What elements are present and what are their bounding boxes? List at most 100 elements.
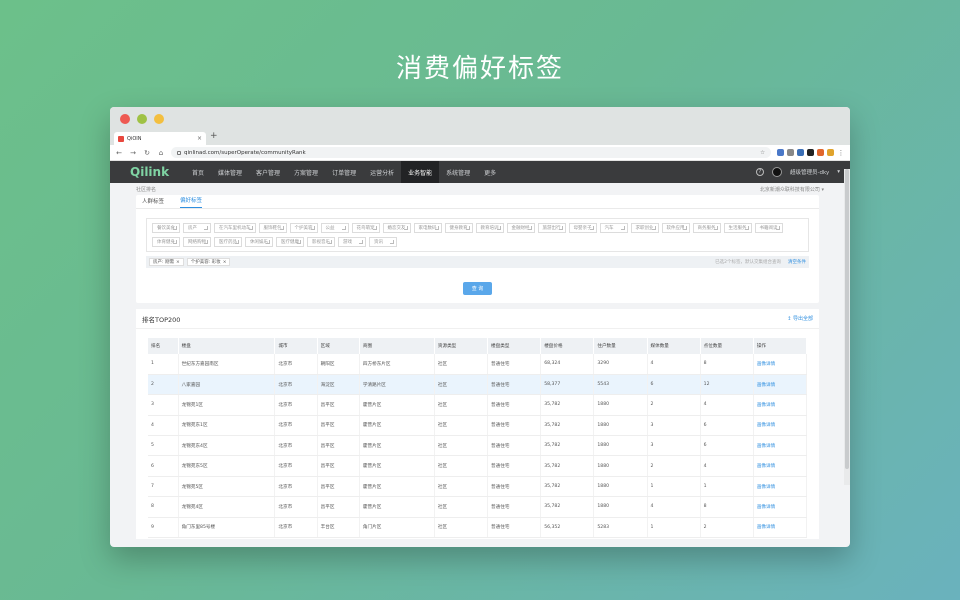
new-tab-button[interactable]: + (210, 131, 218, 141)
table-cell: 八家嘉园 (178, 374, 276, 396)
nav-item[interactable]: 客户管理 (249, 161, 287, 183)
nav-item[interactable]: 运营分析 (363, 161, 401, 183)
profile-detail-link[interactable]: 画像详情 (753, 374, 808, 396)
profile-detail-link[interactable]: 画像详情 (753, 354, 808, 375)
table-cell: 昌平区 (317, 455, 360, 477)
tag-chip[interactable]: 餐饮美食 (152, 223, 180, 233)
menu-dots-icon[interactable]: ⋮ (837, 149, 845, 157)
scrollbar-thumb[interactable] (845, 169, 849, 469)
tag-chip[interactable]: 休闲娱乐 (245, 237, 273, 247)
table-row[interactable]: 2 八家嘉园 北京市 海淀区 学清路片区 社区 普通住宅 58,377 5543 6 12 画像详情 (148, 374, 808, 396)
maximize-window-button[interactable] (154, 114, 164, 124)
tag-chip[interactable]: 生活服务 (723, 223, 752, 233)
table-cell: 社区 (434, 496, 489, 518)
browser-tab[interactable]: QiOIN × (114, 132, 206, 145)
avatar[interactable] (772, 167, 782, 177)
tag-chip[interactable]: 资讯 (369, 237, 397, 247)
table-cell: 普通住宅 (487, 394, 542, 416)
export-all-link[interactable]: ↥ 导出全部 (787, 315, 813, 322)
tag-chip[interactable]: 书籍阅读 (754, 223, 783, 233)
tag-chip[interactable]: 旅游出行 (537, 223, 566, 233)
tag-chip[interactable]: 游戏 (338, 237, 366, 247)
extension-icon[interactable] (797, 149, 804, 156)
chevron-down-icon[interactable]: ▾ (837, 169, 840, 175)
back-icon[interactable]: ← (115, 149, 123, 157)
profile-detail-link[interactable]: 画像详情 (753, 435, 808, 457)
tag-chip[interactable]: 家电数码 (413, 223, 442, 233)
tag-chip[interactable]: 软件应用 (661, 223, 690, 233)
tag-chip[interactable]: 商务服务 (692, 223, 721, 233)
tag-chip[interactable]: 房产 (183, 223, 211, 233)
url-input[interactable]: qinlinad.com/superOperate/communityRank … (171, 147, 771, 158)
nav-item[interactable]: 首页 (185, 161, 211, 183)
table-row[interactable]: 1 世纪东方嘉园南区 北京市 朝阳区 四方桥东片区 社区 普通住宅 68,324 3290 4 8 画… (148, 354, 808, 375)
table-row[interactable]: 7 龙锦苑5区 北京市 昌平区 霍营片区 社区 普通住宅 35,782 1880 1 1 画像详情 (148, 476, 808, 498)
remove-tag-icon[interactable]: × (176, 260, 180, 265)
profile-detail-link[interactable]: 画像详情 (753, 415, 808, 437)
remove-tag-icon[interactable]: × (223, 260, 227, 265)
tag-chip[interactable]: 金融财经 (506, 223, 535, 233)
table-row[interactable]: 8 龙锦苑4区 北京市 昌平区 霍营片区 社区 普通住宅 35,782 1880 4 8 画像详情 (148, 496, 808, 518)
table-row[interactable]: 6 龙锦苑东5区 北京市 昌平区 霍营片区 社区 普通住宅 35,782 1880 2 4 画像详情 (148, 455, 808, 477)
filter-tab[interactable]: 人群标签 (142, 197, 164, 208)
company-selector[interactable]: 北京新潮众联科技有限公司 ▾ (760, 186, 824, 193)
tag-chip[interactable]: 影视音乐 (307, 237, 335, 247)
tag-chip[interactable]: 医疗药品 (214, 237, 242, 247)
profile-detail-link[interactable]: 画像详情 (753, 476, 808, 498)
nav-item[interactable]: 方案管理 (287, 161, 325, 183)
tag-chip[interactable]: 教育培训 (475, 223, 504, 233)
home-icon[interactable]: ⌂ (157, 149, 165, 157)
forward-icon[interactable]: → (129, 149, 137, 157)
table-cell: 丰台区 (317, 517, 360, 539)
tag-chip[interactable]: 公益 (320, 223, 349, 233)
extension-icon[interactable] (817, 149, 824, 156)
tag-chip[interactable]: 服饰鞋包 (258, 223, 287, 233)
profile-detail-link[interactable]: 画像详情 (753, 496, 808, 518)
nav-item[interactable]: 更多 (477, 161, 503, 183)
table-row[interactable]: 4 龙锦苑东1区 北京市 昌平区 霍营片区 社区 普通住宅 35,782 1880 3 6 画像详情 (148, 415, 808, 437)
nav-item[interactable]: 系统管理 (439, 161, 477, 183)
minimize-window-button[interactable] (137, 114, 147, 124)
tag-chip[interactable]: 网络购物 (183, 237, 211, 247)
nav-item[interactable]: 业务智能 (401, 161, 440, 183)
tag-chip[interactable]: 求职创业 (630, 223, 659, 233)
help-icon[interactable]: ? (756, 168, 764, 176)
profile-detail-link[interactable]: 画像详情 (753, 394, 808, 416)
tag-chip[interactable]: 医疗健康 (276, 237, 304, 247)
profile-detail-link[interactable]: 画像详情 (753, 455, 808, 477)
table-cell: 四方桥东片区 (359, 354, 435, 375)
profile-detail-link[interactable]: 画像详情 (753, 517, 808, 539)
app-logo[interactable]: Qilink (130, 165, 185, 179)
table-cell: 普通住宅 (487, 415, 542, 437)
user-name[interactable]: 超级管理员-dky (790, 168, 829, 176)
tag-chip[interactable]: 花鸟萌宠 (351, 223, 380, 233)
table-row[interactable]: 5 龙锦苑东4区 北京市 昌平区 霍营片区 社区 普通住宅 35,782 1880 3 6 画像详情 (148, 435, 808, 457)
table-row[interactable]: 3 龙锦苑1区 北京市 昌平区 霍营片区 社区 普通住宅 35,782 1880 2 4 画像详情 (148, 394, 808, 416)
extension-icon[interactable] (777, 149, 784, 156)
table-cell: 3290 (593, 354, 648, 375)
tag-chip[interactable]: 健身教育 (444, 223, 473, 233)
nav-item[interactable]: 媒体管理 (211, 161, 249, 183)
extension-icon[interactable] (787, 149, 794, 156)
reload-icon[interactable]: ↻ (143, 149, 151, 157)
bookmark-star-icon[interactable]: ☆ (760, 150, 765, 156)
tag-chip[interactable]: 在汽车里机动车 (214, 223, 256, 233)
navbar-right: ? 超级管理员-dky ▾ (756, 161, 840, 183)
table-row[interactable]: 9 角门东里85号楼 北京市 丰台区 角门片区 社区 普通住宅 56,352 5283 1 2 画像详… (148, 517, 808, 539)
query-button[interactable]: 查 询 (462, 282, 493, 295)
page-scrollbar[interactable] (844, 169, 850, 485)
extension-icon[interactable] (827, 149, 834, 156)
nav-item[interactable]: 订单管理 (325, 161, 363, 183)
tag-chip[interactable]: 婚恋交友 (382, 223, 411, 233)
clear-conditions-link[interactable]: 清空条件 (788, 259, 806, 265)
tag-chip[interactable]: 体育健身 (152, 237, 180, 247)
tag-chip[interactable]: 汽车 (599, 223, 628, 233)
extension-icon[interactable] (807, 149, 814, 156)
filter-tab[interactable]: 偏好标签 (180, 196, 203, 208)
table-cell: 龙锦苑4区 (178, 496, 276, 518)
close-window-button[interactable] (120, 114, 130, 124)
tab-close-icon[interactable]: × (197, 135, 202, 142)
tag-chip[interactable]: 个护美容 (289, 223, 318, 233)
tag-chip[interactable]: 母婴亲子 (568, 223, 597, 233)
column-header: 区域 (317, 338, 360, 354)
